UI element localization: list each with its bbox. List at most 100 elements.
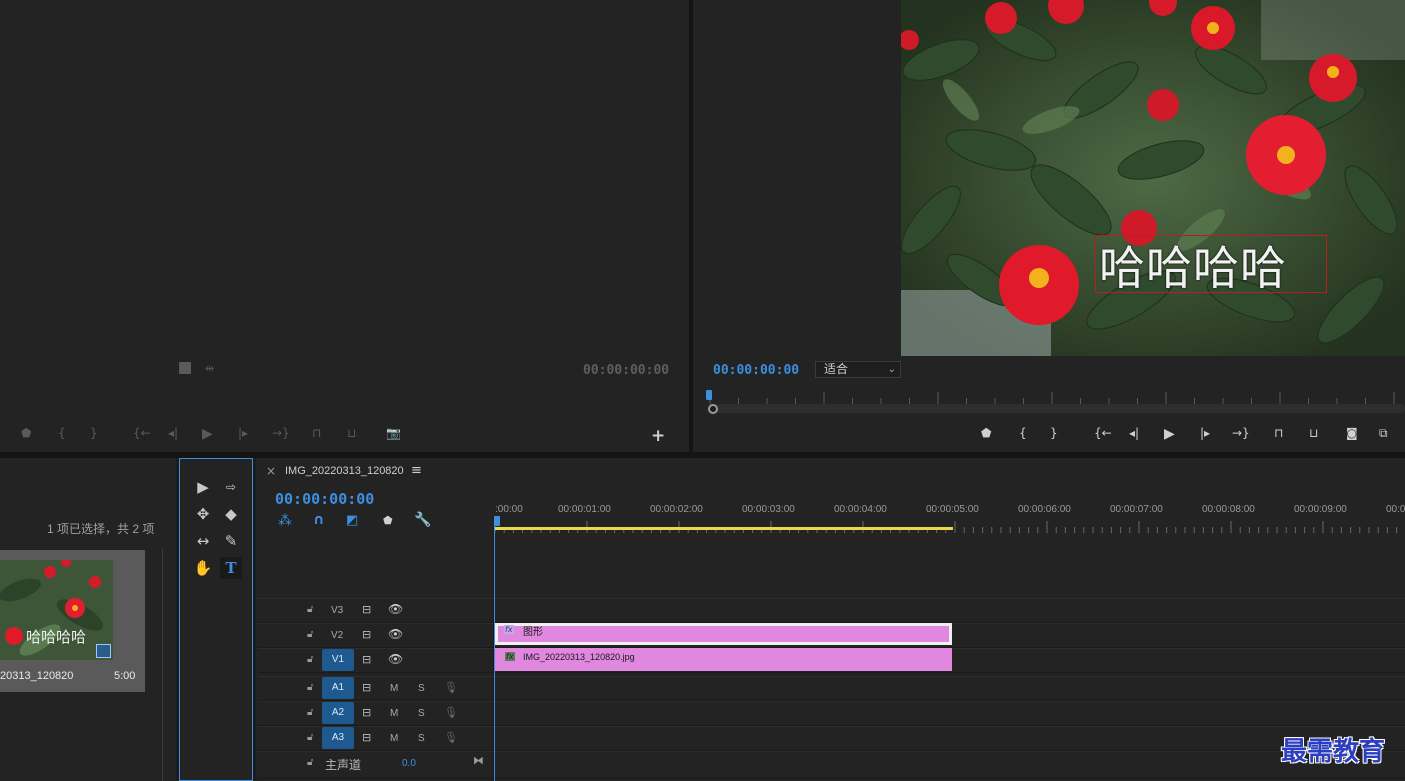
mark-out-icon[interactable]: } <box>1050 427 1058 439</box>
video-track-row[interactable] <box>258 598 1405 623</box>
play-icon[interactable]: ▶ <box>202 427 213 441</box>
source-add-button[interactable]: + <box>651 426 665 446</box>
audio-source-patch[interactable]: A3 <box>322 727 354 749</box>
selection-tool-icon[interactable]: ▶ <box>192 476 214 498</box>
fit-select[interactable]: 适合 ⌄ <box>815 361 901 378</box>
microphone-icon[interactable]: 🎙︎ <box>444 731 458 744</box>
camera-icon[interactable]: 📷 <box>386 427 401 439</box>
pen-tool-icon[interactable]: ✎ <box>220 530 242 552</box>
project-item-name: 20313_120820 <box>0 670 74 682</box>
add-marker-icon[interactable]: ⬟ <box>981 427 991 439</box>
wrench-icon[interactable]: 🔧 <box>414 513 431 527</box>
source-patch-v1[interactable]: V1 <box>322 649 354 671</box>
mark-out-icon[interactable]: } <box>90 427 98 439</box>
clip-image[interactable]: fx IMG_20220313_120820.jpg <box>495 648 952 671</box>
lock-icon[interactable]: 🔓︎ <box>307 604 313 615</box>
overlay-text[interactable]: 哈哈哈哈 <box>1099 232 1287 298</box>
audio-source-patch[interactable]: A1 <box>322 677 354 699</box>
project-item-card[interactable]: 哈哈哈哈 20313_120820 5:00 <box>0 550 145 692</box>
source-monitor-safe-icon[interactable] <box>179 362 191 374</box>
microphone-icon[interactable]: 🎙︎ <box>444 706 458 719</box>
insert-icon[interactable]: ⊓ <box>312 427 321 439</box>
go-to-out-icon[interactable]: →} <box>1232 427 1250 439</box>
project-item-thumbnail[interactable]: 哈哈哈哈 <box>0 560 113 660</box>
mute-button[interactable]: M <box>390 683 398 694</box>
track-label[interactable]: V2 <box>331 630 343 641</box>
microphone-icon[interactable]: 🎙︎ <box>444 681 458 694</box>
mark-in-icon[interactable]: { <box>1019 427 1027 439</box>
master-track-volume[interactable]: 0.0 <box>402 758 416 769</box>
add-marker-icon[interactable]: ⬟ <box>383 515 393 526</box>
comparison-icon[interactable]: ⧉ <box>1379 427 1388 439</box>
master-end-icon[interactable]: ⧓ <box>473 754 484 767</box>
audio-source-patch[interactable]: A2 <box>322 702 354 724</box>
nest-icon[interactable]: ⁂ <box>278 514 292 528</box>
source-timecode[interactable]: 00:00:00:00 <box>583 363 669 378</box>
eye-icon[interactable]: 👁︎ <box>388 627 403 641</box>
fx-badge: fx <box>505 652 515 661</box>
mute-button[interactable]: M <box>390 733 398 744</box>
linked-selection-icon[interactable]: ◩ <box>346 514 358 527</box>
hand-tool-icon[interactable]: ✋ <box>192 557 214 579</box>
step-back-icon[interactable]: ◂| <box>168 427 178 439</box>
solo-button[interactable]: S <box>418 683 425 694</box>
timeline-tab-close-icon[interactable]: × <box>266 464 276 478</box>
lock-icon[interactable]: 🔓︎ <box>307 654 313 665</box>
eye-icon[interactable]: 👁︎ <box>388 602 403 616</box>
toggle-sync-icon[interactable]: ⊟ <box>362 706 371 719</box>
clip-graphic[interactable]: fx 图形 <box>495 623 952 645</box>
audio-track-row[interactable] <box>258 726 1405 751</box>
track-label[interactable]: V3 <box>331 605 343 616</box>
step-back-icon[interactable]: ◂| <box>1129 427 1139 439</box>
add-marker-icon[interactable]: ⬟ <box>21 427 31 439</box>
source-monitor-waveform-icon[interactable]: ⇹ <box>205 362 214 375</box>
go-to-in-icon[interactable]: {← <box>133 427 151 439</box>
overwrite-icon[interactable]: ⊔ <box>347 427 356 439</box>
toggle-sync-icon[interactable]: ⊟ <box>362 653 371 666</box>
timeline-menu-icon[interactable]: ≡ <box>411 463 422 478</box>
lock-icon[interactable]: 🔓︎ <box>307 732 313 743</box>
work-area-bar[interactable] <box>495 527 953 530</box>
toggle-sync-icon[interactable]: ⊟ <box>362 681 371 694</box>
program-video-frame[interactable]: 哈哈哈哈 <box>901 0 1405 356</box>
program-playhead-marker[interactable] <box>706 390 712 400</box>
timeline-playhead-line[interactable] <box>494 526 495 781</box>
timeline-tab-title[interactable]: IMG_20220313_120820 <box>285 465 404 477</box>
eye-icon[interactable]: 👁︎ <box>388 652 403 666</box>
razor-tool-icon[interactable]: ◆ <box>220 503 242 525</box>
toggle-sync-icon[interactable]: ⊟ <box>362 731 371 744</box>
mark-in-icon[interactable]: { <box>58 427 66 439</box>
camera-icon[interactable]: ◙ <box>1346 427 1358 439</box>
mute-button[interactable]: M <box>390 708 398 719</box>
program-ruler[interactable] <box>705 389 1405 404</box>
lock-icon[interactable]: 🔓︎ <box>307 629 313 640</box>
master-lock-icon[interactable]: 🔓︎ <box>307 757 313 768</box>
step-forward-icon[interactable]: |▸ <box>1200 427 1210 439</box>
lock-icon[interactable]: 🔓︎ <box>307 682 313 693</box>
master-track-row[interactable] <box>258 751 1405 779</box>
audio-track-row[interactable] <box>258 676 1405 701</box>
program-timecode[interactable]: 00:00:00:00 <box>713 363 799 378</box>
lock-icon[interactable]: 🔓︎ <box>307 707 313 718</box>
program-scrub-bar[interactable] <box>708 404 1405 413</box>
track-select-tool-icon[interactable]: ⇨ <box>220 476 242 498</box>
timeline-playhead-handle[interactable] <box>494 516 500 526</box>
type-tool-icon[interactable]: T <box>220 557 242 579</box>
project-scrollbar[interactable] <box>162 548 163 781</box>
ripple-edit-tool-icon[interactable]: ✥ <box>192 503 214 525</box>
go-to-in-icon[interactable]: {← <box>1094 427 1112 439</box>
audio-track-row[interactable] <box>258 701 1405 726</box>
solo-button[interactable]: S <box>418 708 425 719</box>
program-scrub-handle[interactable] <box>708 404 718 414</box>
go-to-out-icon[interactable]: →} <box>272 427 290 439</box>
play-icon[interactable]: ▶ <box>1164 427 1175 441</box>
solo-button[interactable]: S <box>418 733 425 744</box>
step-forward-icon[interactable]: |▸ <box>238 427 248 439</box>
extract-icon[interactable]: ⊔ <box>1309 427 1318 439</box>
timeline-timecode[interactable]: 00:00:00:00 <box>275 490 374 508</box>
lift-icon[interactable]: ⊓ <box>1274 427 1283 439</box>
toggle-sync-icon[interactable]: ⊟ <box>362 628 371 641</box>
snap-icon[interactable]: ∩ <box>313 513 324 527</box>
slip-tool-icon[interactable]: ↔ <box>192 530 214 552</box>
toggle-sync-icon[interactable]: ⊟ <box>362 603 371 616</box>
